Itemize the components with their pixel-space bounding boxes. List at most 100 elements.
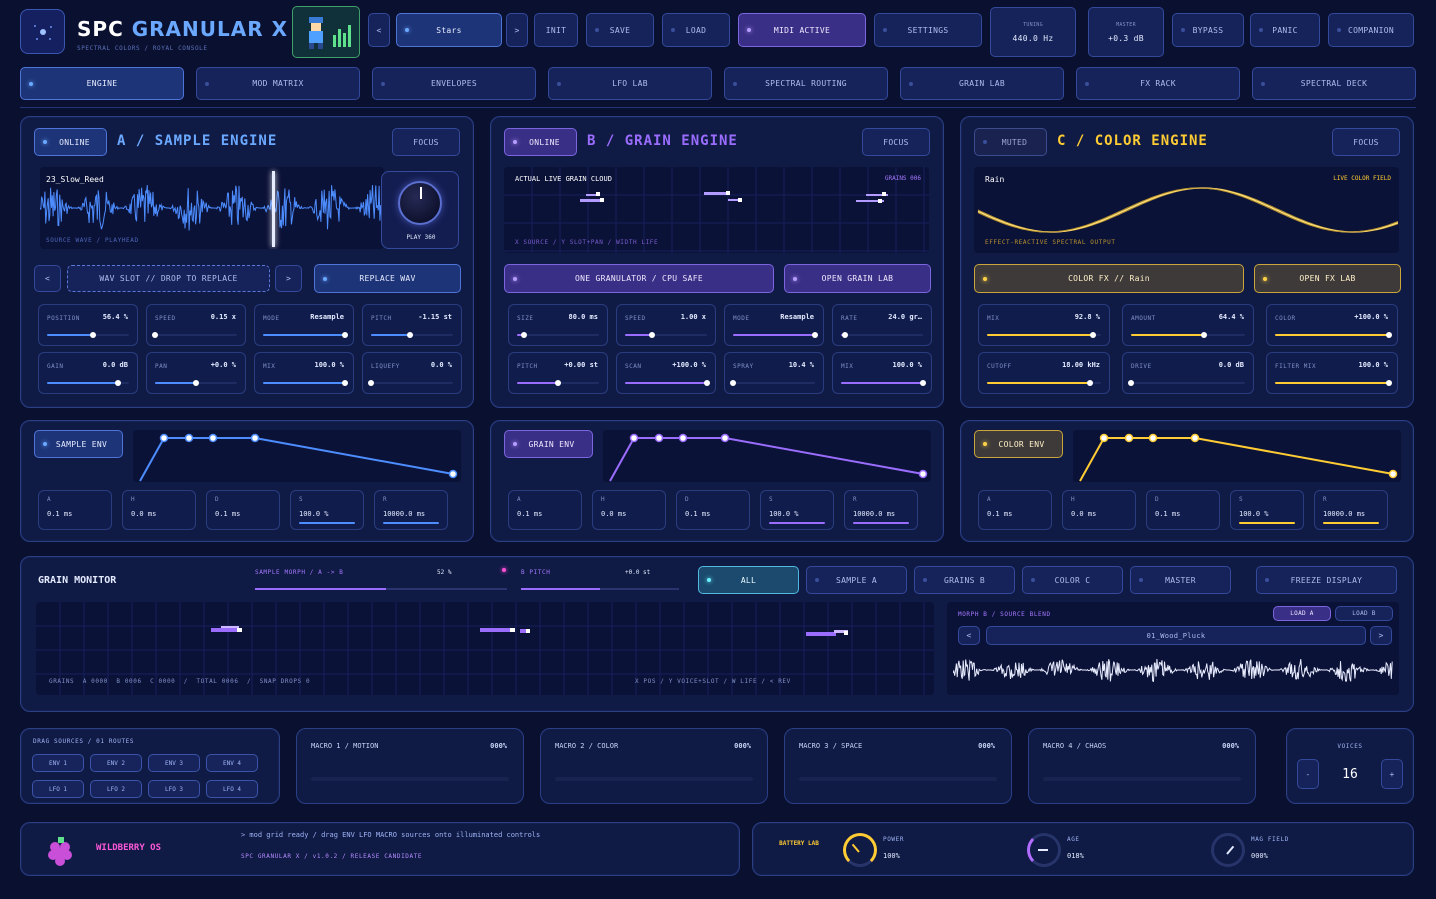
slider-knob[interactable] — [1386, 380, 1392, 386]
tuning-readout[interactable]: TUNING 440.0 Hz — [990, 7, 1076, 57]
blend-next-button[interactable]: > — [1370, 626, 1392, 645]
slider-knob[interactable] — [555, 380, 561, 386]
env-stage-h[interactable]: H 0.0 ms — [1062, 490, 1136, 530]
macro-3[interactable]: MACRO 3 / SPACE 000% — [784, 728, 1012, 804]
slider-knob[interactable] — [193, 380, 199, 386]
param-size[interactable]: SIZE 80.0 ms — [508, 304, 608, 346]
granulator-mode-button[interactable]: ONE GRANULATOR / CPU SAFE — [504, 264, 774, 293]
voices-plus-button[interactable]: + — [1381, 759, 1403, 789]
save-button[interactable]: SAVE — [586, 13, 654, 47]
param-slider[interactable] — [730, 380, 815, 386]
param-mix[interactable]: MIX 92.8 % — [978, 304, 1110, 346]
tab-grain-lab[interactable]: GRAIN LAB — [900, 67, 1064, 100]
param-liquefy[interactable]: LIQUEFY 0.0 % — [362, 352, 462, 394]
param-mix[interactable]: MIX 100.0 % — [254, 352, 354, 394]
param-rate[interactable]: RATE 24.0 gr… — [832, 304, 932, 346]
slider-knob[interactable] — [812, 332, 818, 338]
macro-1[interactable]: MACRO 1 / MOTION 000% — [296, 728, 524, 804]
load-a-button[interactable]: LOAD A — [1273, 606, 1331, 621]
slider-knob[interactable] — [520, 332, 527, 338]
param-mode[interactable]: MODE Resample — [724, 304, 824, 346]
tab-lfo-lab[interactable]: LFO LAB — [548, 67, 712, 100]
param-slider[interactable] — [1275, 380, 1392, 386]
param-pitch[interactable]: PITCH -1.15 st — [362, 304, 462, 346]
engine-a-focus-button[interactable]: FOCUS — [392, 128, 460, 156]
param-slider[interactable] — [371, 332, 453, 338]
env-stage-d[interactable]: D 0.1 ms — [676, 490, 750, 530]
init-button[interactable]: INIT — [534, 13, 578, 47]
param-pitch[interactable]: PITCH +0.00 st — [508, 352, 608, 394]
slider-knob[interactable] — [368, 380, 374, 386]
pitch-slider[interactable] — [521, 588, 679, 590]
param-slider[interactable] — [1275, 332, 1392, 338]
tab-spectral-routing[interactable]: SPECTRAL ROUTING — [724, 67, 888, 100]
preset-next-button[interactable]: > — [506, 13, 528, 47]
engine-c-status-button[interactable]: MUTED — [974, 128, 1047, 156]
source-env-3[interactable]: ENV 3 — [148, 754, 200, 772]
filter-grains-b-button[interactable]: GRAINS B — [914, 566, 1015, 594]
env-stage-s[interactable]: S 100.0 % — [290, 490, 364, 530]
color-fx-button[interactable]: COLOR FX // Rain — [974, 264, 1244, 293]
blend-prev-button[interactable]: < — [958, 626, 980, 645]
preset-selector[interactable]: Stars — [396, 13, 502, 47]
param-slider[interactable] — [733, 332, 818, 338]
param-slider[interactable] — [155, 380, 237, 386]
engine-a-status-button[interactable]: ONLINE — [34, 128, 107, 156]
filter-master-button[interactable]: MASTER — [1130, 566, 1231, 594]
param-slider[interactable] — [152, 332, 237, 338]
env-c-curve[interactable] — [1073, 430, 1401, 482]
wav-slot-prev-button[interactable]: < — [34, 265, 61, 292]
slider-knob[interactable] — [1200, 332, 1207, 338]
param-slider[interactable] — [625, 332, 707, 338]
env-stage-r[interactable]: R 10000.0 ms — [374, 490, 448, 530]
slider-knob[interactable] — [920, 380, 926, 386]
tab-engine[interactable]: ENGINE — [20, 67, 184, 100]
env-stage-r[interactable]: R 10000.0 ms — [844, 490, 918, 530]
slider-knob[interactable] — [1386, 332, 1392, 338]
play-knob[interactable] — [398, 181, 442, 225]
tab-mod-matrix[interactable]: MOD MATRIX — [196, 67, 360, 100]
env-stage-s[interactable]: S 100.0 % — [760, 490, 834, 530]
source-lfo-1[interactable]: LFO 1 — [32, 780, 84, 798]
panic-button[interactable]: PANIC — [1250, 13, 1320, 47]
param-color[interactable]: COLOR +100.0 % — [1266, 304, 1398, 346]
param-pan[interactable]: PAN +0.0 % — [146, 352, 246, 394]
param-speed[interactable]: SPEED 1.00 x — [616, 304, 716, 346]
param-cutoff[interactable]: CUTOFF 18.00 kHz — [978, 352, 1110, 394]
tab-envelopes[interactable]: ENVELOPES — [372, 67, 536, 100]
env-stage-d[interactable]: D 0.1 ms — [1146, 490, 1220, 530]
param-position[interactable]: POSITION 56.4 % — [38, 304, 138, 346]
slider-knob[interactable] — [1090, 332, 1097, 338]
env-stage-a[interactable]: A 0.1 ms — [508, 490, 582, 530]
env-b-button[interactable]: GRAIN ENV — [504, 430, 593, 458]
env-stage-a[interactable]: A 0.1 ms — [978, 490, 1052, 530]
open-fx-lab-button[interactable]: OPEN FX LAB — [1254, 264, 1401, 293]
engine-a-waveform[interactable]: 23_Slow_Reed SOURCE WAVE / PLAYHEAD — [40, 167, 384, 249]
param-slider[interactable] — [47, 380, 129, 386]
param-mix[interactable]: MIX 100.0 % — [832, 352, 932, 394]
param-slider[interactable] — [1128, 380, 1245, 386]
voices-minus-button[interactable]: - — [1297, 759, 1319, 789]
macro-2[interactable]: MACRO 2 / COLOR 000% — [540, 728, 768, 804]
freeze-display-button[interactable]: FREEZE DISPLAY — [1256, 566, 1397, 594]
slider-knob[interactable] — [649, 332, 656, 338]
morph-slider[interactable] — [255, 588, 507, 590]
param-slider[interactable] — [517, 332, 599, 338]
slider-knob[interactable] — [1086, 380, 1093, 386]
grain-cloud-display[interactable]: ACTUAL LIVE GRAIN CLOUD GRAINS 006 X SOU… — [504, 167, 929, 253]
tab-fx-rack[interactable]: FX RACK — [1076, 67, 1240, 100]
filter-sample-a-button[interactable]: SAMPLE A — [806, 566, 907, 594]
param-slider[interactable] — [368, 380, 453, 386]
param-slider[interactable] — [263, 332, 348, 338]
env-stage-d[interactable]: D 0.1 ms — [206, 490, 280, 530]
env-stage-a[interactable]: A 0.1 ms — [38, 490, 112, 530]
slider-knob[interactable] — [842, 332, 849, 338]
load-b-button[interactable]: LOAD B — [1335, 606, 1393, 621]
color-field-display[interactable]: Rain LIVE COLOR FIELD EFFECT-REACTIVE SP… — [974, 167, 1399, 253]
wav-slot-next-button[interactable]: > — [275, 265, 302, 292]
env-stage-r[interactable]: R 10000.0 ms — [1314, 490, 1388, 530]
param-drive[interactable]: DRIVE 0.0 dB — [1122, 352, 1254, 394]
param-slider[interactable] — [987, 332, 1101, 338]
param-filter-mix[interactable]: FILTER MIX 100.0 % — [1266, 352, 1398, 394]
blend-sample-selector[interactable]: 01_Wood_Pluck — [986, 626, 1366, 645]
